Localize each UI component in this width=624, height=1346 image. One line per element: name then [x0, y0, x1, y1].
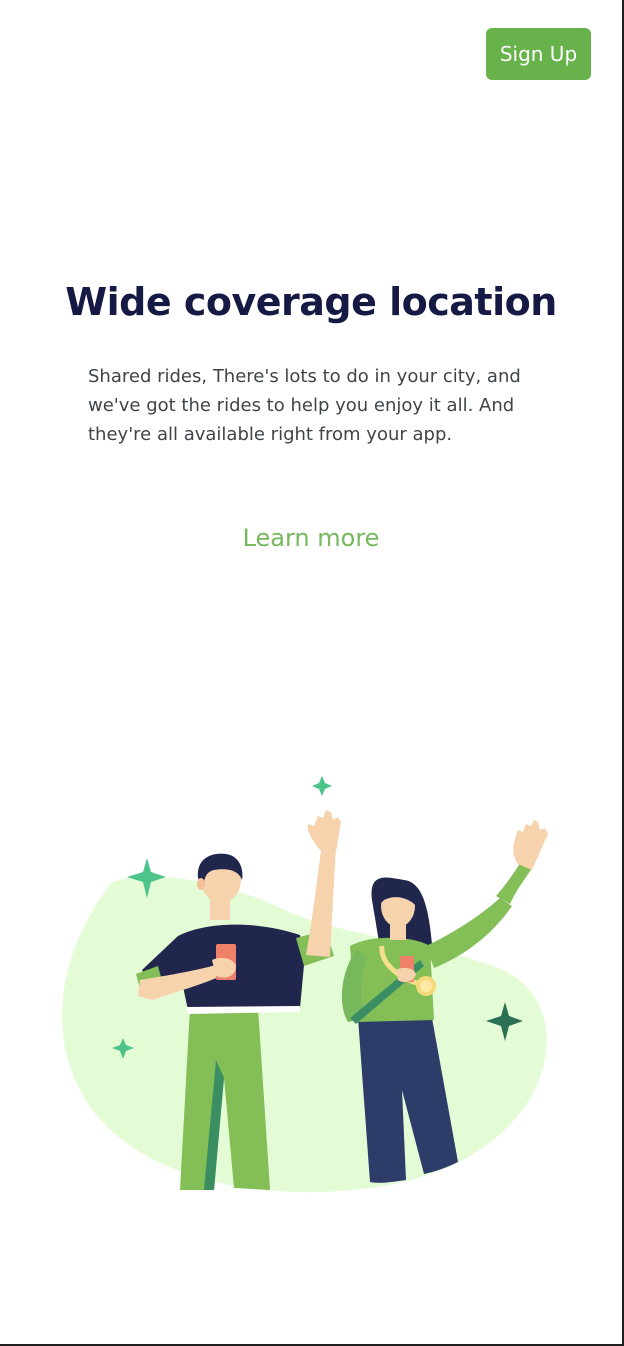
sparkle-icon — [312, 776, 332, 796]
app-screen: Sign Up Wide coverage location Shared ri… — [0, 0, 624, 1346]
description-text: Shared rides, There's lots to do in your… — [88, 366, 521, 445]
learn-more-link[interactable]: Learn more — [0, 524, 622, 552]
people-waving-illustration — [62, 776, 548, 1193]
page-title: Wide coverage location — [65, 280, 557, 324]
sign-up-button[interactable]: Sign Up — [486, 28, 591, 80]
